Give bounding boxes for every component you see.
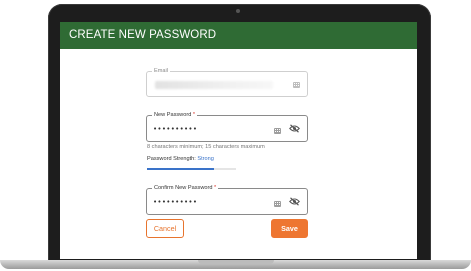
required-mark: *	[214, 185, 217, 191]
strength-label: Password Strength:	[147, 156, 196, 162]
strength-meter-fill	[147, 168, 214, 170]
new-password-label: New Password *	[152, 111, 198, 119]
confirm-password-value: ••••••••••	[153, 198, 198, 206]
save-button[interactable]: Save	[271, 219, 308, 238]
strength-meter	[147, 168, 236, 170]
laptop-notch	[198, 260, 274, 264]
keypad-icon	[274, 201, 281, 207]
confirm-password-field[interactable]: Confirm New Password * ••••••••••	[146, 184, 308, 215]
cancel-button[interactable]: Cancel	[146, 219, 184, 238]
email-value-redacted	[155, 81, 273, 89]
confirm-password-label-text: Confirm New Password	[154, 185, 213, 191]
new-password-value: ••••••••••	[153, 125, 198, 133]
required-mark: *	[192, 112, 196, 118]
keypad-icon	[293, 82, 300, 88]
eye-off-icon[interactable]	[289, 197, 300, 206]
eye-off-icon[interactable]	[289, 124, 300, 133]
webcam	[236, 9, 240, 13]
new-password-label-text: New Password	[154, 112, 192, 118]
password-helper-text: 8 characters minimum; 15 characters maxi…	[147, 144, 265, 150]
email-label: Email	[152, 67, 170, 75]
new-password-field[interactable]: New Password * ••••••••••	[146, 111, 308, 142]
password-strength: Password Strength: Strong	[147, 156, 214, 162]
email-field[interactable]: Email	[146, 67, 308, 97]
page-title: CREATE NEW PASSWORD	[60, 22, 417, 49]
confirm-password-label: Confirm New Password *	[152, 184, 219, 192]
strength-value: Strong	[197, 156, 214, 162]
keypad-icon	[274, 128, 281, 134]
app-screen: CREATE NEW PASSWORD Email New Password *…	[60, 22, 417, 259]
